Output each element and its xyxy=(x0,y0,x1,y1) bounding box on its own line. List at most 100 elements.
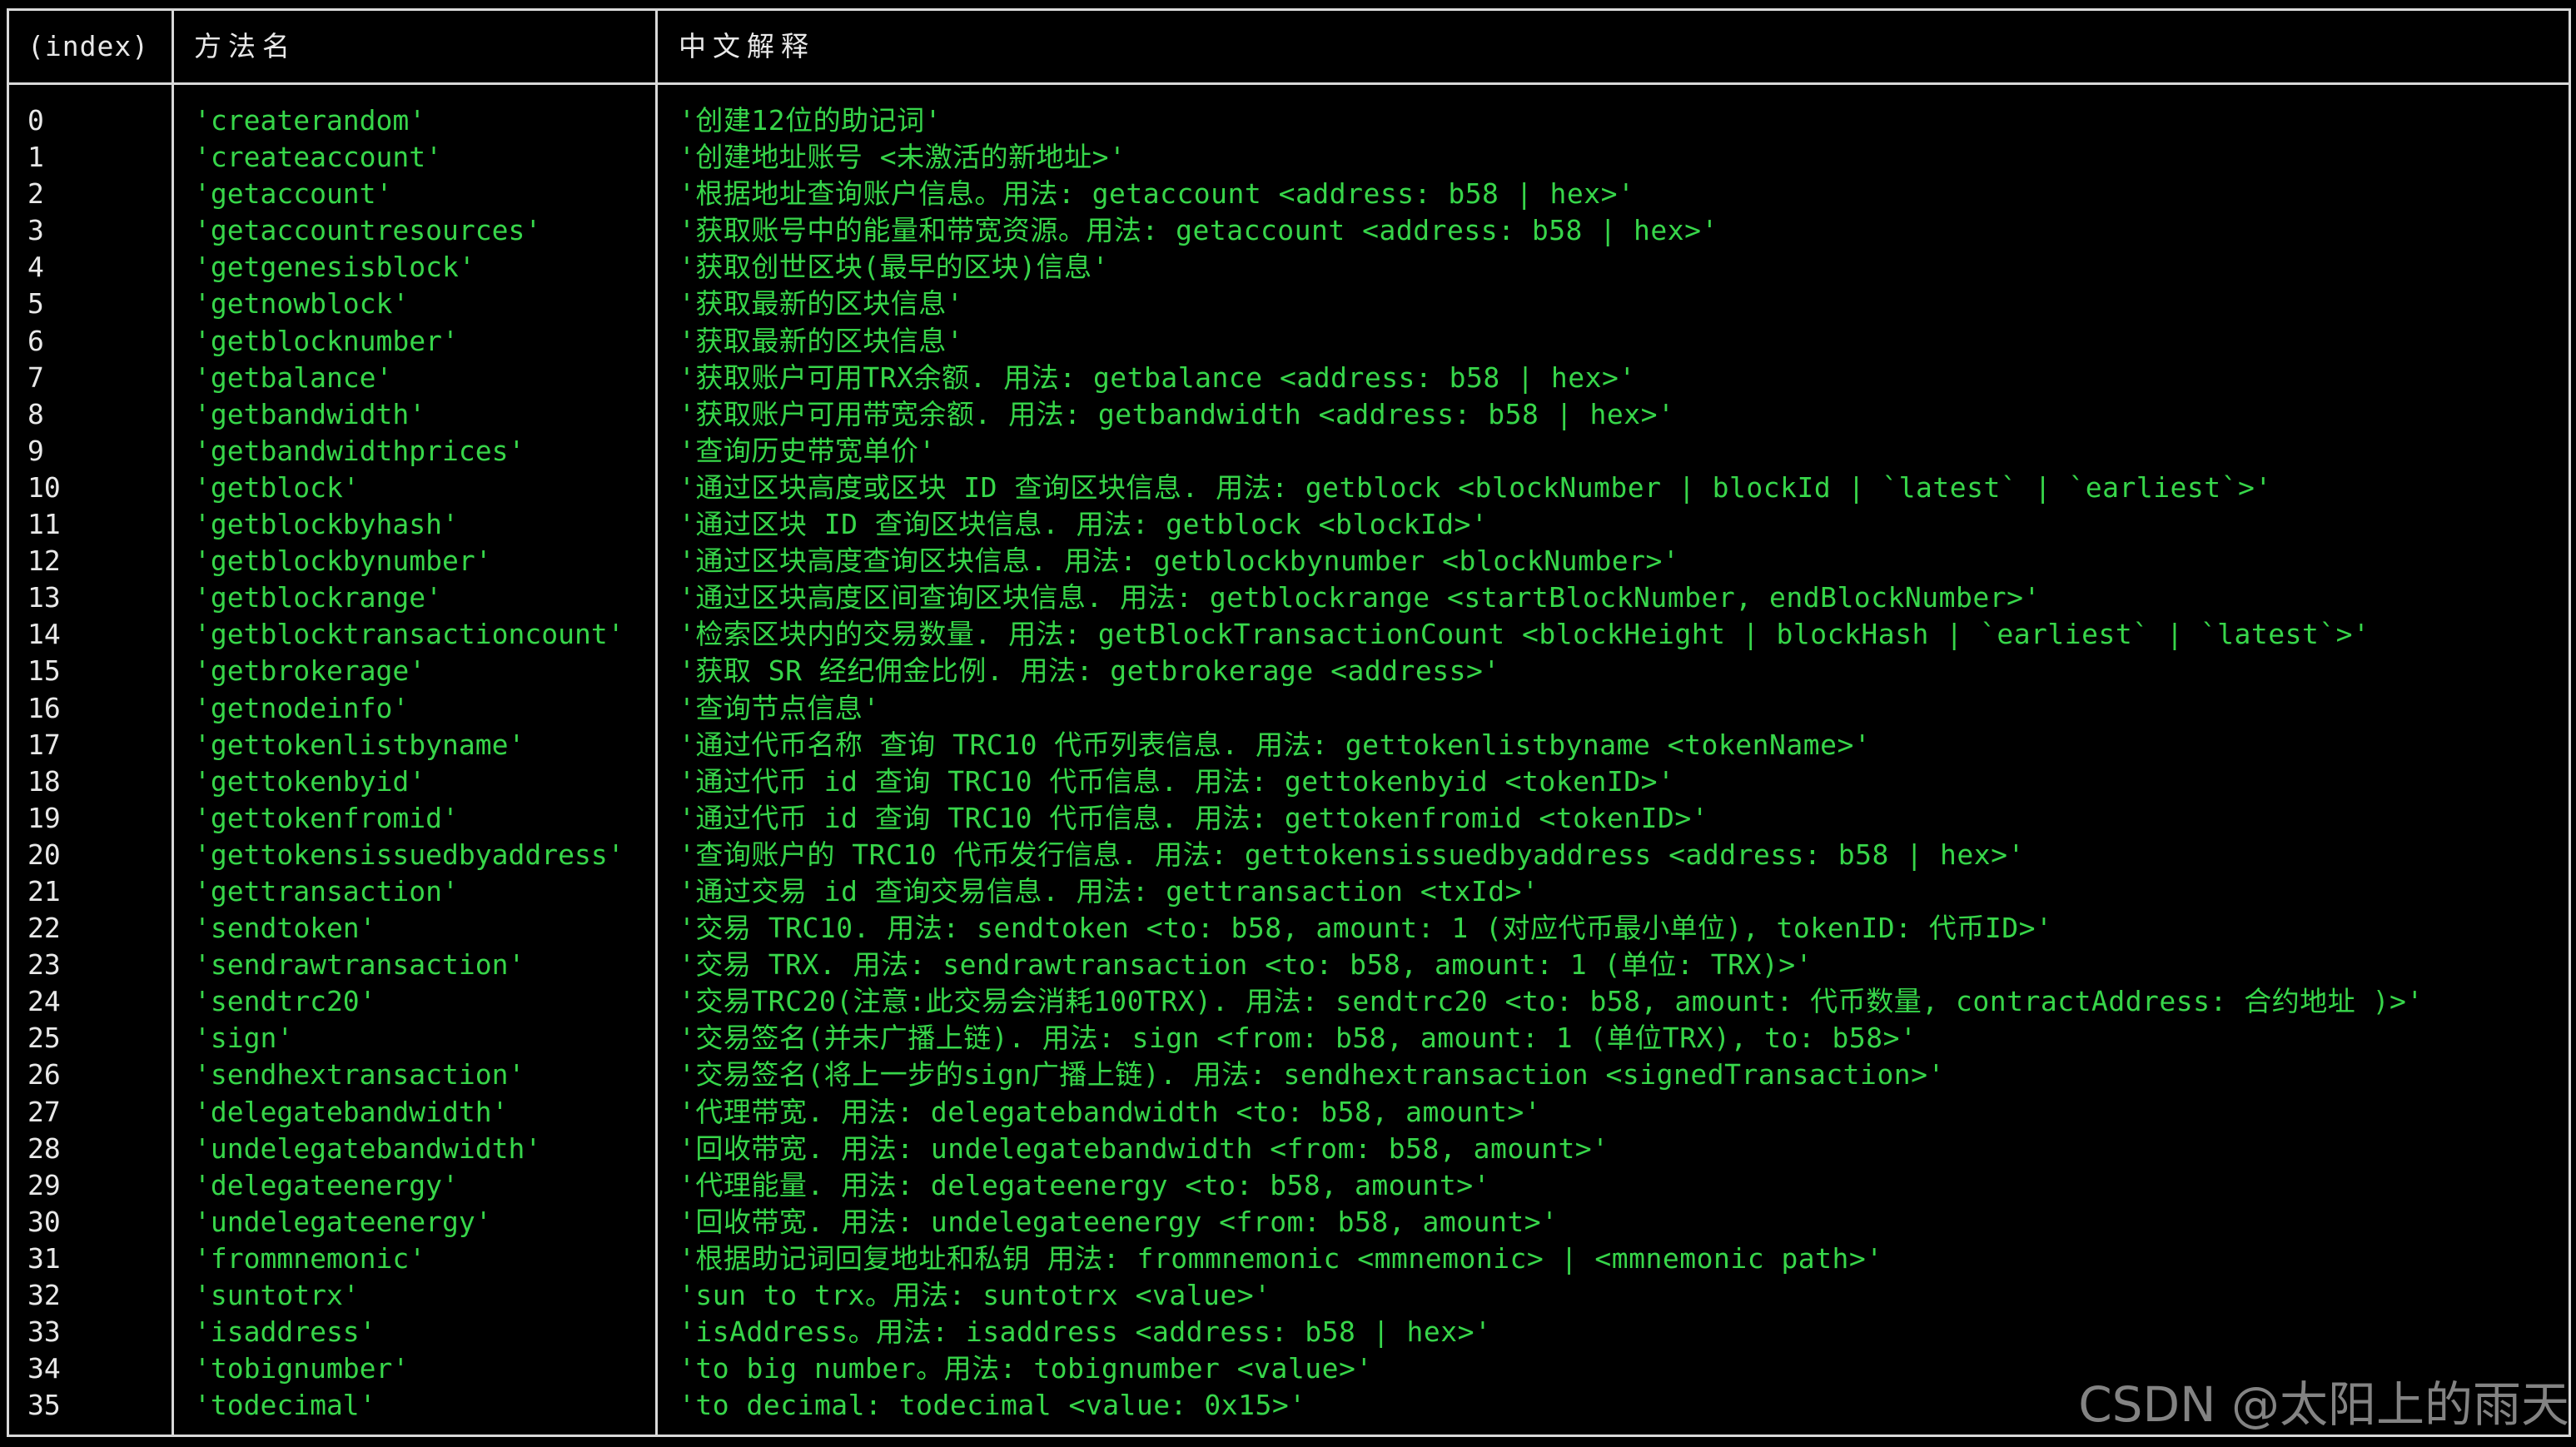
row-index: 22 xyxy=(27,912,61,945)
row-description: '获取账户可用带宽余额. 用法: getbandwidth <address: … xyxy=(679,397,1675,430)
table-row: 21 'gettransaction' '通过交易 id 查询交易信息. 用法: g… xyxy=(9,873,2569,910)
table-row: 4 'getgenesisblock' '获取创世区块(最早的区块)信息' xyxy=(9,249,2569,286)
row-description: '通过交易 id 查询交易信息. 用法: gettransaction <txI… xyxy=(679,874,1539,907)
row-method-name: 'getbandwidth' xyxy=(194,397,426,430)
table-row: 11 'getblockbyhash' '通过区块 ID 查询区块信息. 用法: g… xyxy=(9,506,2569,543)
row-description: '检索区块内的交易数量. 用法: getBlockTransactionCoun… xyxy=(679,618,2370,651)
row-method-name: 'delegatebandwidth' xyxy=(194,1095,509,1128)
row-index: 13 xyxy=(27,581,61,614)
table-row: 14 'getblocktransactioncount' '检索区块内的交易数量.… xyxy=(9,616,2569,653)
row-description: '交易TRC20(注意:此交易会消耗100TRX). 用法: sendtrc20… xyxy=(679,985,2424,1018)
row-description: '获取账号中的能量和带宽资源。用法: getaccount <address: … xyxy=(679,214,1718,247)
row-description: '通过区块高度查询区块信息. 用法: getblockbynumber <blo… xyxy=(679,544,1680,578)
row-method-name: 'sendtoken' xyxy=(194,912,376,945)
row-index: 26 xyxy=(27,1058,61,1091)
row-description: '获取最新的区块信息' xyxy=(679,324,964,357)
row-method-name: 'isaddress' xyxy=(194,1315,376,1349)
row-method-name: 'getbandwidthprices' xyxy=(194,434,525,467)
row-index: 30 xyxy=(27,1205,61,1238)
row-index: 25 xyxy=(27,1022,61,1055)
row-description: '查询节点信息' xyxy=(679,691,880,724)
table-row: 32 'suntotrx' 'sun to trx。用法: suntotrx <va… xyxy=(9,1277,2569,1314)
table-row: 17 'gettokenlistbyname' '通过代币名称 查询 TRC10 代… xyxy=(9,727,2569,763)
row-description: '获取创世区块(最早的区块)信息' xyxy=(679,251,1109,284)
row-description: 'to decimal: todecimal <value: 0x15>' xyxy=(679,1389,1306,1422)
row-method-name: 'suntotrx' xyxy=(194,1279,360,1311)
table-row: 19 'gettokenfromid' '通过代币 id 查询 TRC10 代币信息… xyxy=(9,800,2569,837)
row-index: 27 xyxy=(27,1095,61,1128)
row-index: 31 xyxy=(27,1241,61,1275)
console-table: (index) 方法名 中文解释 0 'createrandom' '创建12位的助… xyxy=(7,8,2571,1437)
row-index: 19 xyxy=(27,801,61,834)
row-description: '获取账户可用TRX余额. 用法: getbalance <address: b… xyxy=(679,361,1636,394)
row-index: 15 xyxy=(27,654,61,688)
header-index: (index) xyxy=(27,30,150,62)
row-index: 7 xyxy=(27,361,44,394)
row-method-name: 'tobignumber' xyxy=(194,1352,410,1385)
row-method-name: 'getblockbynumber' xyxy=(194,544,492,578)
row-index: 11 xyxy=(27,508,61,541)
row-description: '回收带宽. 用法: undelegatebandwidth <from: b5… xyxy=(679,1131,1609,1165)
row-description: '查询历史带宽单价' xyxy=(679,434,936,467)
row-description: '交易 TRX. 用法: sendrawtransaction <to: b58… xyxy=(679,948,1813,982)
row-index: 28 xyxy=(27,1131,61,1165)
row-description: '根据助记词回复地址和私钥 用法: frommnemonic <mmnemoni… xyxy=(679,1241,1883,1275)
row-index: 8 xyxy=(27,397,44,430)
row-index: 24 xyxy=(27,985,61,1018)
table-row: 9 'getbandwidthprices' '查询历史带宽单价' xyxy=(9,433,2569,470)
row-method-name: 'frommnemonic' xyxy=(194,1241,426,1275)
row-description: '回收带宽. 用法: undelegateenergy <from: b58, … xyxy=(679,1205,1559,1238)
row-method-name: 'sendrawtransaction' xyxy=(194,948,525,982)
table-row: 25 'sign' '交易签名(并未广播上链). 用法: sign <from: b… xyxy=(9,1020,2569,1057)
table-row: 24 'sendtrc20' '交易TRC20(注意:此交易会消耗100TRX). … xyxy=(9,983,2569,1020)
table-row: 16 'getnodeinfo' '查询节点信息' xyxy=(9,690,2569,727)
row-method-name: 'getblockbyhash' xyxy=(194,508,459,541)
row-method-name: 'todecimal' xyxy=(194,1389,376,1422)
row-method-name: 'undelegatebandwidth' xyxy=(194,1131,542,1165)
row-method-name: 'delegateenergy' xyxy=(194,1168,459,1201)
table-row: 26 'sendhextransaction' '交易签名(将上一步的sign广播上… xyxy=(9,1057,2569,1093)
table-row: 3 'getaccountresources' '获取账号中的能量和带宽资源。用法:… xyxy=(9,212,2569,249)
row-method-name: 'createaccount' xyxy=(194,141,443,174)
table-row: 28 'undelegatebandwidth' '回收带宽. 用法: undele… xyxy=(9,1131,2569,1167)
row-method-name: 'getaccountresources' xyxy=(194,214,542,247)
row-method-name: 'sign' xyxy=(194,1022,294,1055)
table-row: 23 'sendrawtransaction' '交易 TRX. 用法: sendr… xyxy=(9,947,2569,983)
row-index: 14 xyxy=(27,618,61,651)
row-description: '交易签名(将上一步的sign广播上链). 用法: sendhextransac… xyxy=(679,1058,1945,1091)
row-description: '通过区块高度或区块 ID 查询区块信息. 用法: getblock <bloc… xyxy=(679,470,2272,504)
table-row: 22 'sendtoken' '交易 TRC10. 用法: sendtoken <t… xyxy=(9,910,2569,947)
table-row: 13 'getblockrange' '通过区块高度区间查询区块信息. 用法: ge… xyxy=(9,579,2569,616)
table-row: 7 'getbalance' '获取账户可用TRX余额. 用法: getbalanc… xyxy=(9,360,2569,396)
row-description: '创建12位的助记词' xyxy=(679,104,942,137)
table-row: 12 'getblockbynumber' '通过区块高度查询区块信息. 用法: g… xyxy=(9,543,2569,579)
row-index: 35 xyxy=(27,1389,61,1422)
row-index: 32 xyxy=(27,1279,61,1311)
table-row: 27 'delegatebandwidth' '代理带宽. 用法: delegate… xyxy=(9,1094,2569,1131)
row-method-name: 'gettokenbyid' xyxy=(194,764,426,798)
row-description: 'isAddress。用法: isaddress <address: b58 |… xyxy=(679,1315,1492,1349)
row-index: 20 xyxy=(27,838,61,871)
row-index: 1 xyxy=(27,141,44,174)
row-method-name: 'getaccount' xyxy=(194,177,393,211)
table-row: 10 'getblock' '通过区块高度或区块 ID 查询区块信息. 用法: ge… xyxy=(9,470,2569,506)
row-index: 16 xyxy=(27,691,61,724)
row-description: 'to big number。用法: tobignumber <value>' xyxy=(679,1352,1373,1385)
row-method-name: 'gettokensissuedbyaddress' xyxy=(194,838,624,871)
row-index: 5 xyxy=(27,287,44,321)
row-description: '查询账户的 TRC10 代币发行信息. 用法: gettokensissued… xyxy=(679,838,2025,871)
row-index: 17 xyxy=(27,728,61,761)
row-method-name: 'gettransaction' xyxy=(194,874,459,907)
row-description: '交易签名(并未广播上链). 用法: sign <from: b58, amou… xyxy=(679,1022,1917,1055)
row-method-name: 'getbalance' xyxy=(194,361,393,394)
row-description: '获取最新的区块信息' xyxy=(679,287,964,321)
table-row: 30 'undelegateenergy' '回收带宽. 用法: undelegat… xyxy=(9,1204,2569,1241)
row-method-name: 'getgenesisblock' xyxy=(194,251,475,284)
row-index: 2 xyxy=(27,177,44,211)
row-description: '通过代币 id 查询 TRC10 代币信息. 用法: gettokenfrom… xyxy=(679,801,1709,834)
table-row: 6 'getblocknumber' '获取最新的区块信息' xyxy=(9,323,2569,360)
row-index: 12 xyxy=(27,544,61,578)
row-description: '代理能量. 用法: delegateenergy <to: b58, amou… xyxy=(679,1168,1490,1201)
row-method-name: 'getblocknumber' xyxy=(194,324,459,357)
row-index: 4 xyxy=(27,251,44,284)
